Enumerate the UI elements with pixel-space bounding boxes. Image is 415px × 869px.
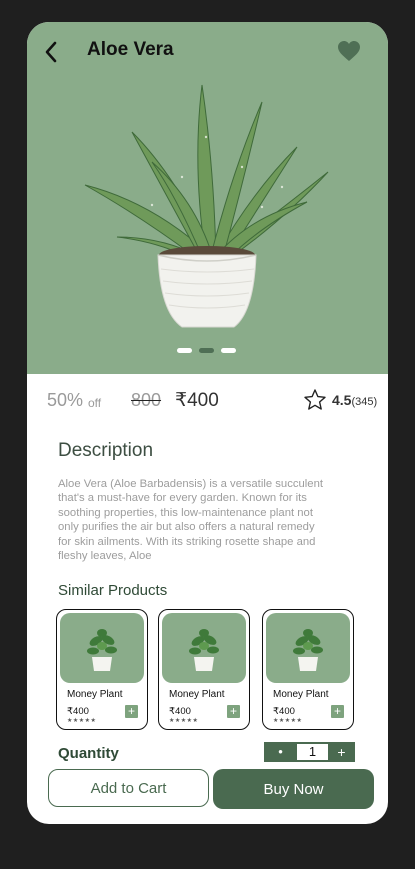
- quantity-increment-button[interactable]: +: [328, 742, 355, 762]
- similar-products-title: Similar Products: [58, 582, 168, 599]
- carousel-dot[interactable]: [221, 348, 236, 353]
- description-text: Aloe Vera (Aloe Barbadensis) is a versat…: [58, 478, 323, 563]
- add-product-button[interactable]: +: [125, 705, 138, 718]
- quantity-label: Quantity: [58, 745, 119, 762]
- back-button[interactable]: [39, 38, 63, 66]
- carousel-dot[interactable]: [177, 348, 192, 353]
- add-to-cart-button[interactable]: Add to Cart: [48, 769, 209, 807]
- product-card-price: ₹400: [273, 706, 295, 717]
- product-card-stars: ★★★★★: [67, 718, 97, 724]
- carousel-dot-active[interactable]: [199, 348, 214, 353]
- price-row: 50% off 800 ₹400 4.5(345): [47, 388, 382, 412]
- heart-icon: [338, 41, 360, 61]
- favorite-button[interactable]: [337, 40, 363, 66]
- quantity-stepper: • 1 +: [264, 742, 355, 762]
- star-outline-icon[interactable]: [303, 388, 327, 412]
- product-card-image: [162, 613, 246, 683]
- chevron-left-icon: [45, 41, 57, 63]
- product-card[interactable]: Money Plant ₹400 ★★★★★ +: [56, 609, 148, 730]
- product-card-stars: ★★★★★: [273, 718, 303, 724]
- discount-off-label: off: [88, 396, 102, 410]
- plus-icon: +: [229, 704, 237, 718]
- product-card-stars: ★★★★★: [169, 718, 199, 724]
- quantity-decrement-button[interactable]: •: [264, 742, 297, 762]
- product-card[interactable]: Money Plant ₹400 ★★★★★ +: [262, 609, 354, 730]
- rating-count: (345): [351, 396, 378, 408]
- description-title: Description: [58, 440, 154, 461]
- original-price: 800: [131, 390, 162, 410]
- buy-now-button[interactable]: Buy Now: [213, 769, 374, 809]
- add-product-button[interactable]: +: [331, 705, 344, 718]
- carousel-dots: [177, 348, 236, 353]
- page-title: Aloe Vera: [87, 39, 174, 60]
- plus-icon: +: [127, 704, 135, 718]
- money-plant-image: [189, 629, 219, 671]
- product-card-name: Money Plant: [169, 689, 225, 700]
- product-card-image: [60, 613, 144, 683]
- product-card-price: ₹400: [169, 706, 191, 717]
- rating-value: 4.5(345): [332, 392, 377, 408]
- rating-score: 4.5: [332, 392, 352, 408]
- money-plant-image: [87, 629, 117, 671]
- product-card-image: [266, 613, 350, 683]
- product-screen: Aloe Vera 50% off 800 ₹400 4.5(345) Desc…: [27, 22, 388, 824]
- plus-icon: +: [333, 704, 341, 718]
- product-card-name: Money Plant: [67, 689, 123, 700]
- discount-percent: 50%: [47, 390, 84, 410]
- money-plant-image: [293, 629, 323, 671]
- product-card-name: Money Plant: [273, 689, 329, 700]
- quantity-value[interactable]: 1: [297, 744, 328, 760]
- aloe-vera-image: [84, 84, 329, 328]
- product-card[interactable]: Money Plant ₹400 ★★★★★ +: [158, 609, 250, 730]
- current-price: ₹400: [175, 390, 219, 411]
- product-card-price: ₹400: [67, 706, 89, 717]
- add-product-button[interactable]: +: [227, 705, 240, 718]
- product-hero: Aloe Vera: [27, 22, 388, 374]
